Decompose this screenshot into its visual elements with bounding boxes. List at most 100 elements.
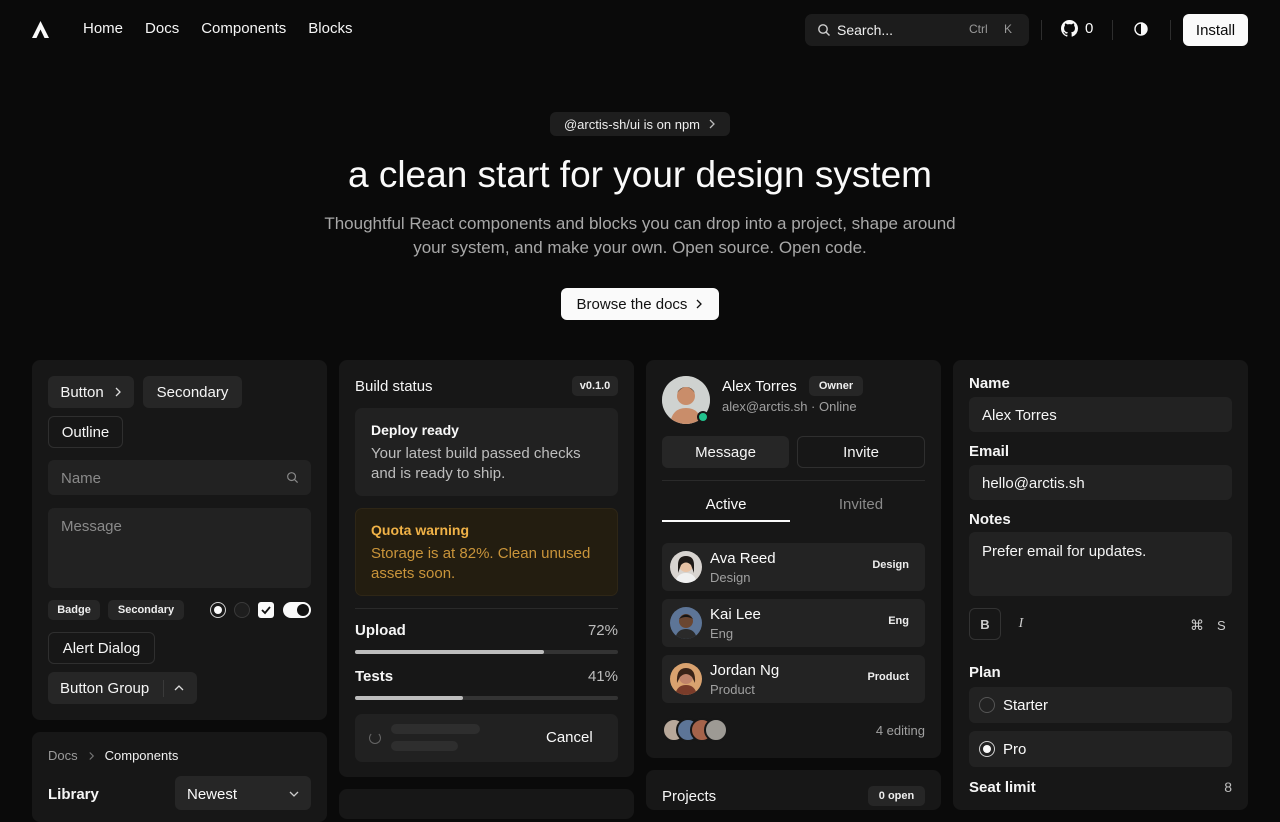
radio-unchecked[interactable] [234,602,250,618]
divider [355,608,618,609]
cancel-button[interactable]: Cancel [546,729,593,746]
badge-secondary: Secondary [108,600,184,620]
arctis-logo-icon[interactable] [31,20,50,39]
notes-label: Notes [969,511,1011,528]
quota-title: Quota warning [371,522,469,538]
tab-invited[interactable]: Invited [797,496,925,513]
breadcrumb-docs[interactable]: Docs [48,748,78,763]
announcement-pill[interactable]: @arctis-sh/ui is on npm [550,112,730,136]
skeleton-line [391,741,458,751]
avatar [670,663,702,695]
member-name: Ava Reed [710,550,776,567]
pending-task-row: Cancel [355,714,618,762]
radio-checked[interactable] [210,602,226,618]
sort-select[interactable]: Newest [175,776,311,810]
install-button[interactable]: Install [1183,14,1248,46]
tests-label: Tests [355,668,394,685]
email-field[interactable]: hello@arctis.sh [969,465,1232,500]
profile-form-card: Name Alex Torres Email hello@arctis.sh N… [953,360,1248,810]
chevron-up-icon[interactable] [174,684,184,692]
button-group: Button Group [48,672,197,704]
projects-open-badge: 0 open [868,786,925,806]
notes-textarea[interactable]: Prefer email for updates. [969,532,1232,596]
upload-percent: 72% [587,622,618,639]
build-status-card: Build status v0.1.0 Deploy ready Your la… [339,360,634,777]
toggle-switch[interactable] [283,602,311,618]
member-row[interactable]: Kai Lee Eng Eng [662,599,925,647]
breadcrumb-components[interactable]: Components [105,748,179,763]
plan-option-starter[interactable]: Starter [969,687,1232,723]
check-icon [261,606,271,615]
nav-blocks[interactable]: Blocks [308,20,352,37]
theme-toggle-icon[interactable] [1134,22,1148,36]
editing-count: 4 editing [875,723,925,738]
online-status-dot [697,411,709,423]
github-link[interactable]: 0 [1061,20,1093,37]
member-role-tag: Product [867,671,909,683]
member-team: Design [710,570,751,585]
name-placeholder: Name [61,470,102,487]
nav-components[interactable]: Components [201,20,286,37]
breadcrumb-card: Docs Components Library Newest [32,732,327,822]
tab-active[interactable]: Active [662,496,790,513]
owner-badge: Owner [809,376,863,396]
bold-button[interactable]: B [969,608,1001,640]
browse-docs-button[interactable]: Browse the docs [561,288,719,320]
projects-card: Projects 0 open [646,770,941,810]
projects-title: Projects [662,788,717,805]
button-group-main[interactable]: Button Group [48,679,164,697]
tests-progress-fill [355,696,463,700]
quota-warning-alert: Quota warning Storage is at 82%. Clean u… [355,508,618,596]
member-name: Kai Lee [710,606,761,623]
search-icon [287,472,299,484]
editing-avatar-stack [662,718,742,744]
notes-value: Prefer email for updates. [982,543,1147,560]
tests-progress [355,696,618,700]
divider [662,480,925,481]
plan-option-pro[interactable]: Pro [969,731,1232,767]
message-textarea[interactable]: Message [48,508,311,588]
invite-button[interactable]: Invite [797,436,925,468]
avatar [704,718,728,742]
nav-docs[interactable]: Docs [145,20,179,37]
search-placeholder: Search... [837,22,894,38]
active-tab-indicator [662,520,790,522]
shortcut-key-s: S [1217,618,1226,633]
github-icon [1061,20,1078,37]
divider [1170,20,1171,40]
deploy-title: Deploy ready [371,422,459,438]
search-button[interactable]: Search... Ctrl K [805,14,1029,46]
name-input[interactable]: Name [48,460,311,495]
library-label: Library [48,786,99,803]
name-label: Name [969,375,1010,392]
top-navigation: Home Docs Components Blocks Search... Ct… [0,0,1280,60]
message-placeholder: Message [61,518,122,535]
command-key-icon: ⌘ [1190,617,1204,633]
quota-text: Storage is at 82%. Clean unused assets s… [371,545,591,582]
next-card [339,789,634,819]
tests-percent: 41% [587,668,618,685]
member-row[interactable]: Jordan Ng Product Product [662,655,925,703]
checkbox-checked[interactable] [258,602,274,618]
shortcut-key-k: K [1004,22,1013,36]
nav-home[interactable]: Home [83,20,123,37]
secondary-button[interactable]: Secondary [143,376,242,408]
message-button[interactable]: Message [662,436,789,468]
member-row[interactable]: Ava Reed Design Design [662,543,925,591]
hero-subtitle: Thoughtful React components and blocks y… [324,214,956,257]
member-team: Eng [710,626,734,641]
chevron-right-icon [709,119,715,129]
name-field[interactable]: Alex Torres [969,397,1232,432]
outline-button[interactable]: Outline [48,416,123,448]
version-badge: v0.1.0 [572,376,618,396]
seat-limit-label: Seat limit [969,779,1036,796]
hero-title: a clean start for your design system [347,154,933,195]
chevron-right-icon [88,751,94,760]
build-status-title: Build status [355,378,433,395]
github-star-count: 0 [1085,20,1094,37]
button-demo[interactable]: Button [48,376,134,408]
avatar [670,551,702,583]
alert-dialog-button[interactable]: Alert Dialog [48,632,155,664]
upload-label: Upload [355,622,406,639]
italic-button[interactable]: I [1005,608,1037,640]
